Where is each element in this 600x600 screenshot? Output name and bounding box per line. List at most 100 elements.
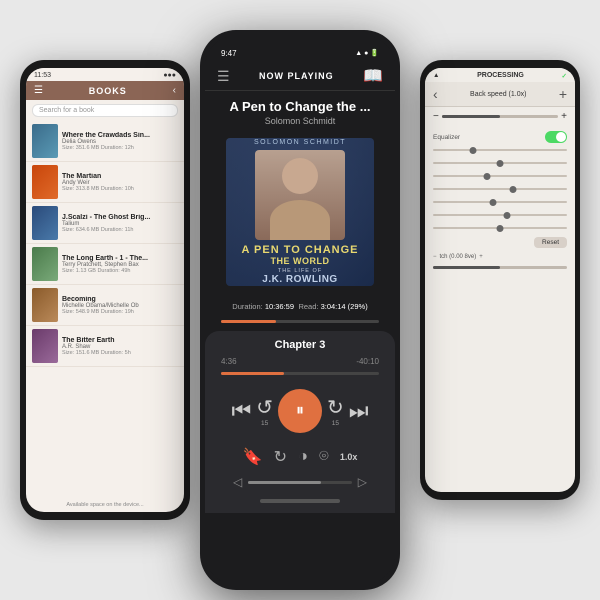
- left-header-title: BOOKS: [89, 86, 127, 96]
- center-progress-area: [205, 316, 395, 323]
- eq-row-6: [433, 209, 567, 221]
- speed-minus[interactable]: −: [433, 111, 439, 122]
- book-info: Where the Crawdads Sin... Delia Owens Si…: [62, 132, 178, 151]
- eq-track-4[interactable]: [433, 188, 567, 190]
- fast-fwd-button[interactable]: ⏭: [349, 398, 369, 424]
- eq-row-4: [433, 183, 567, 195]
- book-meta: Size: 1.13 GB Duration: 49h: [62, 268, 178, 274]
- controls-row: ⏮ ↺ 15 ⏸ ↻ 15 ⏭: [221, 385, 379, 437]
- vol-high-icon: ▷: [358, 475, 367, 489]
- menu-icon[interactable]: ☰: [34, 85, 43, 96]
- center-title-area: A Pen to Change the ... Solomon Schmidt: [205, 91, 395, 130]
- list-item[interactable]: Becoming Michelle Obama/Michelle Ob Size…: [26, 285, 184, 326]
- refresh-button[interactable]: ↻: [274, 447, 287, 467]
- now-playing-label: NOW PLAYING: [259, 71, 334, 81]
- speed-plus[interactable]: +: [561, 111, 567, 122]
- equalizer-label: Equalizer: [433, 134, 460, 141]
- book-meta: Size: 313.8 MB Duration: 10h: [62, 186, 178, 192]
- list-item[interactable]: The Bitter Earth A.R. Shaw Size: 151.6 M…: [26, 326, 184, 367]
- moon-button[interactable]: ◑: [298, 448, 308, 466]
- book-title: Where the Crawdads Sin...: [62, 132, 178, 139]
- eq-row-2: [433, 157, 567, 169]
- right-phone: ▲ PROCESSING ✓ ‹ Back speed (1.0x) + − +: [420, 60, 580, 500]
- eq-track-2[interactable]: [433, 162, 567, 164]
- airplay-button[interactable]: ⌾: [319, 448, 329, 466]
- right-status-title: PROCESSING: [477, 72, 524, 80]
- pause-button[interactable]: ⏸: [278, 389, 322, 433]
- book-title: The Martian: [62, 173, 178, 180]
- list-item[interactable]: J.Scalzi - The Ghost Brig... Talium Size…: [26, 203, 184, 244]
- pitch-label: tch (0.00 8ve): [440, 254, 477, 260]
- skip-back-control: ↺ 15: [256, 395, 273, 428]
- volume-row: ◁ ▷: [221, 475, 379, 495]
- eq-track-6[interactable]: [433, 214, 567, 216]
- cover-world-text: THE WORLD: [241, 256, 358, 266]
- center-book-title: A Pen to Change the ...: [217, 99, 383, 114]
- chapter-progress-fill: [221, 372, 284, 375]
- left-time: 11:53: [34, 72, 51, 79]
- right-check-icon: ✓: [562, 72, 567, 80]
- list-item[interactable]: The Long Earth - 1 - The... Terry Pratch…: [26, 244, 184, 285]
- eq-label-row: Equalizer: [433, 131, 567, 143]
- book-meta: Size: 151.6 MB Duration: 5h: [62, 350, 178, 356]
- pitch-plus[interactable]: +: [479, 254, 483, 260]
- vol-low-icon: ◁: [233, 475, 242, 489]
- duration-value: 10:36:59: [265, 302, 294, 311]
- eq-track-5[interactable]: [433, 201, 567, 203]
- book-thumbnail: [32, 329, 58, 363]
- chapter-progress-track[interactable]: [221, 372, 379, 375]
- eq-row-1: [433, 144, 567, 156]
- read-label: Read:: [298, 302, 320, 311]
- duration-label: Duration:: [232, 302, 265, 311]
- eq-track-1[interactable]: [433, 149, 567, 151]
- volume-track[interactable]: [248, 481, 352, 484]
- pitch-slider[interactable]: [433, 266, 567, 269]
- search-bar[interactable]: Search for a book: [32, 104, 178, 117]
- read-value: 3:04:14 (29%): [321, 302, 368, 311]
- book-thumbnail: [32, 288, 58, 322]
- pause-icon: ⏸: [296, 402, 304, 420]
- skip-fwd-button[interactable]: ↻: [327, 395, 344, 420]
- reset-button[interactable]: Reset: [534, 237, 567, 248]
- speed-section: − +: [425, 107, 575, 128]
- bookmark-button[interactable]: 🔖: [243, 447, 263, 467]
- skip-back-button[interactable]: ↺: [256, 395, 273, 420]
- book-info: The Bitter Earth A.R. Shaw Size: 151.6 M…: [62, 337, 178, 356]
- book-info: The Martian Andy Weir Size: 313.8 MB Dur…: [62, 173, 178, 192]
- eq-row-7: [433, 222, 567, 234]
- menu-nav-icon[interactable]: ☰: [217, 68, 230, 85]
- right-wifi-icon: ▲: [433, 72, 439, 80]
- book-thumbnail: [32, 206, 58, 240]
- time-row: 4:36 -40:10: [221, 357, 379, 366]
- center-cover: SOLOMON SCHMIDT A PEN TO CHANGE THE WORL…: [226, 138, 374, 286]
- eq-track-7[interactable]: [433, 227, 567, 229]
- book-nav-icon[interactable]: 📖: [363, 66, 383, 86]
- book-thumbnail: [32, 124, 58, 158]
- list-item[interactable]: The Martian Andy Weir Size: 313.8 MB Dur…: [26, 162, 184, 203]
- chapter-area: Chapter 3 4:36 -40:10 ⏮ ↺ 15: [205, 331, 395, 513]
- left-phone: 11:53 ●●● ☰ BOOKS ‹ Search for a book Wh…: [20, 60, 190, 520]
- rewind-button[interactable]: ⏮: [231, 398, 251, 424]
- eq-row-3: [433, 170, 567, 182]
- fast-fwd-icon: ⏭: [349, 398, 369, 424]
- right-back-icon[interactable]: ‹: [433, 86, 438, 102]
- left-status-bar: 11:53 ●●●: [26, 68, 184, 81]
- skip-fwd-label: 15: [332, 421, 339, 428]
- right-plus-icon[interactable]: +: [559, 86, 567, 102]
- volume-fill: [248, 481, 320, 484]
- book-meta: Size: 351.6 MB Duration: 12h: [62, 145, 178, 151]
- actions-row: 🔖 ↻ ◑ ⌾ 1.0x: [221, 445, 379, 475]
- speed-button[interactable]: 1.0x: [340, 452, 358, 462]
- main-progress-track[interactable]: [221, 320, 379, 323]
- cover-face-image: [255, 150, 345, 240]
- cover-rowling-text: J.K. ROWLING: [241, 274, 358, 285]
- list-item[interactable]: Where the Crawdads Sin... Delia Owens Si…: [26, 121, 184, 162]
- equalizer-toggle[interactable]: [545, 131, 567, 143]
- back-icon[interactable]: ‹: [173, 85, 176, 96]
- pitch-minus[interactable]: −: [433, 254, 437, 260]
- book-info: Becoming Michelle Obama/Michelle Ob Size…: [62, 296, 178, 315]
- notch: [260, 30, 340, 52]
- eq-track-3[interactable]: [433, 175, 567, 177]
- speed-slider-row: − +: [433, 111, 567, 122]
- speed-slider[interactable]: [442, 115, 558, 118]
